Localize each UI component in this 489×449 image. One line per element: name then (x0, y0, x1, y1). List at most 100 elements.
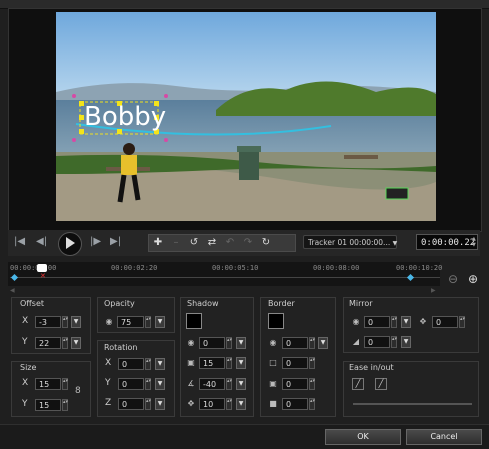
ruler-tick-label: 00:00:02:20 (111, 264, 158, 272)
shadow-blur-spinner[interactable]: ▴▾ (226, 357, 232, 369)
mirror-fade-spinner[interactable]: ▴▾ (391, 336, 397, 348)
border-opacity-spinner[interactable]: ▴▾ (309, 337, 315, 349)
mirror-opacity-dropdown[interactable]: ▼ (401, 316, 411, 328)
swap-icon[interactable]: ⇄ (203, 235, 221, 251)
add-tracker-icon[interactable]: ✚ (149, 235, 167, 251)
opacity-dropdown[interactable]: ▼ (155, 316, 165, 328)
offset-y-label: Y (22, 337, 28, 347)
border-width-spinner[interactable]: ▴▾ (309, 357, 315, 369)
ease-in-icon[interactable]: ╱ (352, 378, 364, 390)
timecode-spinner[interactable]: ▲ ▼ (472, 236, 476, 248)
border-color-swatch[interactable] (268, 313, 284, 329)
border-width-input[interactable]: 0 (282, 357, 308, 369)
border-opacity-icon: ◉ (269, 338, 277, 347)
border-soft-spinner[interactable]: ▴▾ (309, 378, 315, 390)
cancel-button[interactable]: Cancel (406, 429, 482, 445)
go-to-end-icon[interactable]: ▶| (110, 236, 121, 247)
size-x-input[interactable]: 15 (35, 378, 61, 390)
opacity-spinner[interactable]: ▴▾ (145, 316, 151, 328)
previous-frame-icon[interactable]: ◀| (36, 236, 47, 247)
opacity-input[interactable]: 75 (117, 316, 144, 328)
ease-title: Ease in/out (349, 363, 394, 372)
play-button[interactable] (58, 232, 82, 256)
mirror-offset-spinner[interactable]: ▴▾ (459, 316, 465, 328)
shadow-distance-input[interactable]: 10 (199, 398, 225, 410)
scroll-left-icon[interactable]: ◀ (10, 287, 15, 294)
shadow-opacity-input[interactable]: 0 (199, 337, 225, 349)
redo-icon[interactable]: ↷ (239, 235, 257, 251)
shadow-blur-dropdown[interactable]: ▼ (236, 357, 246, 369)
shadow-opacity-dropdown[interactable]: ▼ (236, 337, 246, 349)
go-to-start-icon[interactable]: |◀ (14, 236, 25, 247)
size-x-label: X (22, 378, 29, 388)
playhead-handle[interactable] (37, 264, 47, 272)
ease-out-icon[interactable]: ╱ (375, 378, 387, 390)
ruler-tick-label: 00:00:05:10 (212, 264, 259, 272)
track-forward-icon[interactable]: ↻ (257, 235, 275, 251)
border-opacity-input[interactable]: 0 (282, 337, 308, 349)
rotation-x-input[interactable]: 0 (118, 358, 144, 370)
zoom-in-icon[interactable]: ⊕ (468, 272, 478, 286)
mirror-fade-input[interactable]: 0 (364, 336, 390, 348)
border-inner-icon: ■ (269, 399, 277, 408)
size-y-input[interactable]: 15 (35, 399, 61, 411)
offset-title: Offset (20, 299, 45, 308)
offset-y-spinner[interactable]: ▴▾ (62, 337, 68, 349)
rotation-z-label: Z (105, 398, 112, 408)
rotation-y-dropdown[interactable]: ▼ (155, 378, 165, 390)
rotation-y-label: Y (105, 378, 111, 388)
size-x-spinner[interactable]: ▴▾ (62, 378, 68, 390)
shadow-blur-icon: ▣ (187, 358, 195, 367)
shadow-angle-spinner[interactable]: ▴▾ (226, 378, 232, 390)
ease-slider-track[interactable] (353, 403, 472, 405)
playhead-marker-icon: ✕ (40, 272, 46, 280)
video-preview[interactable]: Bobby (56, 12, 436, 221)
mirror-opacity-input[interactable]: 0 (364, 316, 390, 328)
border-inner-input[interactable]: 0 (282, 398, 308, 410)
offset-x-dropdown[interactable]: ▼ (71, 316, 81, 328)
shadow-angle-input[interactable]: -40 (199, 378, 225, 390)
shadow-blur-input[interactable]: 15 (199, 357, 225, 369)
shadow-title: Shadow (187, 299, 219, 308)
next-frame-icon[interactable]: |▶ (90, 236, 101, 247)
zoom-out-icon[interactable]: ⊖ (448, 272, 458, 286)
rotation-y-spinner[interactable]: ▴▾ (145, 378, 151, 390)
rotation-z-spinner[interactable]: ▴▾ (145, 398, 151, 410)
ruler-tick-label: 00:00:10:20 (396, 264, 443, 272)
shadow-distance-dropdown[interactable]: ▼ (236, 398, 246, 410)
border-width-icon: □ (269, 358, 277, 367)
scroll-right-icon[interactable]: ▶ (431, 287, 436, 294)
size-y-spinner[interactable]: ▴▾ (62, 399, 68, 411)
mirror-opacity-spinner[interactable]: ▴▾ (391, 316, 397, 328)
rotation-y-input[interactable]: 0 (118, 378, 144, 390)
mirror-offset-input[interactable]: 0 (432, 316, 458, 328)
rotation-x-spinner[interactable]: ▴▾ (145, 358, 151, 370)
link-aspect-icon[interactable]: 8 (75, 386, 81, 396)
tracker-dropdown[interactable]: Tracker 01 00:00:00... ▼ (303, 235, 397, 249)
ok-button[interactable]: OK (325, 429, 401, 445)
rotation-z-input[interactable]: 0 (118, 398, 144, 410)
mirror-title: Mirror (349, 299, 373, 308)
mirror-fade-dropdown[interactable]: ▼ (401, 336, 411, 348)
rotation-z-dropdown[interactable]: ▼ (155, 398, 165, 410)
border-opacity-dropdown[interactable]: ▼ (318, 337, 328, 349)
border-soft-input[interactable]: 0 (282, 378, 308, 390)
size-title: Size (20, 363, 37, 372)
shadow-opacity-spinner[interactable]: ▴▾ (226, 337, 232, 349)
shadow-angle-dropdown[interactable]: ▼ (236, 378, 246, 390)
offset-x-input[interactable]: -3 (35, 316, 61, 328)
rotation-x-dropdown[interactable]: ▼ (155, 358, 165, 370)
title-overlay-text[interactable]: Bobby (84, 102, 166, 132)
border-inner-spinner[interactable]: ▴▾ (309, 398, 315, 410)
track-backward-icon[interactable]: ↺ (185, 235, 203, 251)
offset-y-input[interactable]: 22 (35, 337, 61, 349)
remove-tracker-icon[interactable]: – (167, 235, 185, 251)
shadow-color-swatch[interactable] (186, 313, 202, 329)
shadow-distance-spinner[interactable]: ▴▾ (226, 398, 232, 410)
size-y-label: Y (22, 399, 28, 409)
offset-x-spinner[interactable]: ▴▾ (62, 316, 68, 328)
mirror-fade-icon: ◢ (352, 337, 360, 346)
undo-icon[interactable]: ↶ (221, 235, 239, 251)
timecode-display[interactable]: 0:00:00.22 (416, 234, 478, 250)
offset-y-dropdown[interactable]: ▼ (71, 337, 81, 349)
